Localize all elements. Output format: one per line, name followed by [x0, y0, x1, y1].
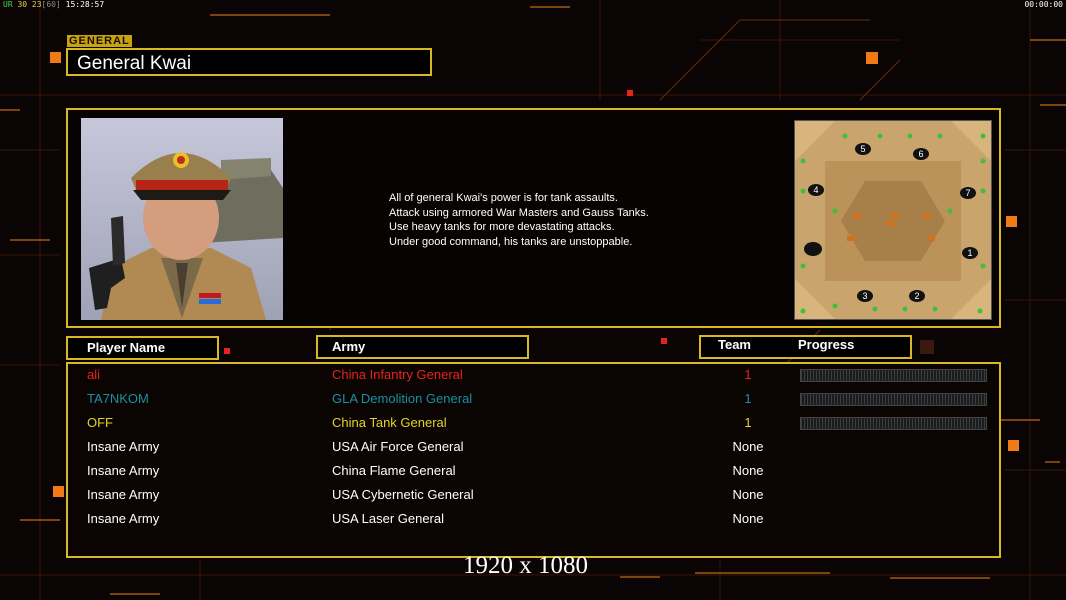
- player-team: 1: [744, 415, 752, 430]
- player-row: ali China Infantry General 1: [68, 365, 1003, 389]
- player-row: Insane Army China Flame General None: [68, 461, 1003, 485]
- hud-indicator: UR: [3, 0, 13, 9]
- start-position-marker: 7: [960, 187, 976, 199]
- player-army: China Tank General: [332, 415, 447, 430]
- hud-fps-cap: [60]: [41, 0, 61, 9]
- player-team: None: [732, 511, 764, 526]
- load-progress-bar: [800, 369, 987, 382]
- general-name-title: General Kwai: [66, 48, 432, 76]
- player-name-header-label: Player Name: [87, 340, 166, 355]
- player-army: China Infantry General: [332, 367, 463, 382]
- description-line: Use heavy tanks for more devastating att…: [389, 221, 615, 233]
- player-row: Insane Army USA Laser General None: [68, 509, 1003, 533]
- start-position-marker: 6: [913, 148, 929, 160]
- player-row: Insane Army USA Cybernetic General None: [68, 485, 1003, 509]
- player-name: Insane Army: [87, 487, 160, 502]
- player-army: GLA Demolition General: [332, 391, 473, 406]
- player-name: ali: [87, 367, 101, 382]
- player-row: OFF China Tank General 1: [68, 413, 1003, 437]
- player-name: Insane Army: [87, 511, 160, 526]
- player-team: None: [732, 487, 764, 502]
- start-position-marker: 3: [857, 290, 873, 302]
- player-army: USA Cybernetic General: [332, 487, 474, 502]
- player-team: 1: [744, 367, 752, 382]
- map-preview: 5 6 4 7 1 3 2: [794, 120, 992, 320]
- player-name-header: Player Name: [66, 336, 219, 360]
- team-header-label: Team: [718, 337, 751, 352]
- description-line: Under good command, his tanks are unstop…: [389, 235, 633, 248]
- start-position-marker: 2: [909, 290, 925, 302]
- player-army: USA Air Force General: [332, 439, 464, 454]
- hud-fps: 30 23: [12, 0, 42, 9]
- player-army: China Flame General: [332, 463, 456, 478]
- player-army: USA Laser General: [332, 511, 445, 526]
- player-name: Insane Army: [87, 463, 160, 478]
- player-team: 1: [744, 391, 752, 406]
- description-line: All of general Kwai's power is for tank …: [389, 192, 618, 204]
- general-portrait: [81, 118, 283, 320]
- general-description: All of general Kwai's power is for tank …: [389, 191, 769, 249]
- player-name: Insane Army: [87, 439, 160, 454]
- player-name: OFF: [87, 415, 113, 430]
- army-header-label: Army: [332, 339, 366, 354]
- fps-clock-readout: UR 30 23[60] 15:28:57: [3, 0, 104, 9]
- start-position-marker: 5: [855, 143, 871, 155]
- load-progress-bar: [800, 417, 987, 430]
- start-position-marker: 1: [962, 247, 978, 259]
- progress-header-label: Progress: [798, 337, 855, 352]
- game-timer: 00:00:00: [1024, 0, 1063, 9]
- description-line: Attack using armored War Masters and Gau…: [389, 206, 649, 219]
- start-position-marker: 4: [808, 184, 824, 196]
- player-team: None: [732, 463, 764, 478]
- player-team: None: [732, 439, 764, 454]
- player-list: ali China Infantry General 1 TA7NKOM GLA…: [66, 362, 1001, 558]
- army-header: Army: [316, 335, 529, 359]
- hud-clock: 15:28:57: [60, 0, 105, 9]
- resolution-watermark: 1920 x 1080: [463, 552, 588, 579]
- team-progress-header: Team Progress: [699, 335, 912, 359]
- load-progress-bar: [800, 393, 987, 406]
- player-row: TA7NKOM GLA Demolition General 1: [68, 389, 1003, 413]
- general-section-label: GENERAL: [67, 35, 132, 47]
- player-name: TA7NKOM: [87, 391, 149, 406]
- player-row: Insane Army USA Air Force General None: [68, 437, 1003, 461]
